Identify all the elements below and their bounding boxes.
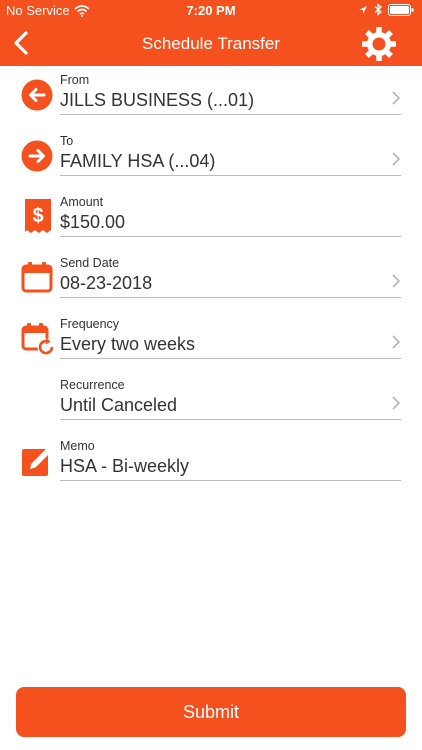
divider <box>60 419 401 420</box>
divider <box>60 236 401 237</box>
chevron-right-icon <box>392 274 401 288</box>
chevron-right-icon <box>392 91 401 105</box>
to-account-row[interactable]: To FAMILY HSA (...04) <box>0 127 422 188</box>
chevron-right-icon <box>392 335 401 349</box>
page-title: Schedule Transfer <box>142 34 280 53</box>
to-label: To <box>60 134 74 148</box>
amount-label: Amount <box>60 195 104 209</box>
battery-icon <box>388 3 414 16</box>
navigation-bar: Schedule Transfer <box>0 22 422 66</box>
dollar-receipt-icon: $ <box>25 199 51 233</box>
gear-icon[interactable] <box>360 25 398 63</box>
bluetooth-icon <box>374 3 382 16</box>
divider <box>60 114 401 115</box>
calendar-icon <box>21 262 53 293</box>
divider <box>60 358 401 359</box>
divider <box>60 480 401 481</box>
send-date-label: Send Date <box>60 256 120 270</box>
recurrence-row[interactable]: Recurrence Until Canceled <box>0 371 422 432</box>
send-date-value: 08-23-2018 <box>60 273 153 293</box>
send-date-row[interactable]: Send Date 08-23-2018 <box>0 249 422 310</box>
svg-text:$: $ <box>32 205 43 227</box>
divider <box>60 297 401 298</box>
divider <box>60 175 401 176</box>
frequency-row[interactable]: Frequency Every two weeks <box>0 310 422 371</box>
recurrence-label: Recurrence <box>60 378 125 392</box>
memo-value[interactable]: HSA - Bi-weekly <box>60 456 189 477</box>
top-bar: No Service 7:20 PM Schedule Transfer <box>0 0 422 66</box>
arrow-left-circle-icon <box>21 79 53 111</box>
from-account-row[interactable]: From JILLS BUSINESS (...01) <box>0 66 422 127</box>
frequency-value: Every two weeks <box>60 334 196 354</box>
amount-row[interactable]: $ Amount $150.00 <box>0 188 422 249</box>
chevron-right-icon <box>392 396 401 410</box>
submit-button[interactable]: Submit <box>16 687 406 737</box>
from-label: From <box>60 73 90 87</box>
calendar-repeat-icon <box>21 323 55 356</box>
frequency-label: Frequency <box>60 317 120 331</box>
recurrence-value: Until Canceled <box>60 395 178 415</box>
amount-value[interactable]: $150.00 <box>60 212 125 233</box>
memo-label: Memo <box>60 439 95 453</box>
to-value: FAMILY HSA (...04) <box>60 151 216 171</box>
arrow-right-circle-icon <box>21 140 53 172</box>
chevron-right-icon <box>392 152 401 166</box>
status-bar: No Service 7:20 PM <box>0 0 422 22</box>
memo-row[interactable]: Memo HSA - Bi-weekly <box>0 432 422 493</box>
edit-pencil-icon <box>22 448 51 476</box>
location-arrow-icon <box>359 5 367 14</box>
from-value: JILLS BUSINESS (...01) <box>60 90 255 110</box>
